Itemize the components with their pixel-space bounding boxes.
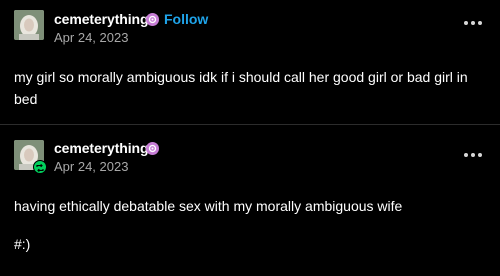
post-username[interactable]: cemeterything xyxy=(54,140,149,156)
post-date[interactable]: Apr 24, 2023 xyxy=(54,159,128,174)
more-options-icon[interactable] xyxy=(464,19,484,27)
post-body: having ethically debatable sex with my m… xyxy=(14,198,403,214)
verified-badge-icon xyxy=(146,13,159,26)
post-date[interactable]: Apr 24, 2023 xyxy=(54,30,128,45)
post-body: my girl so morally ambiguous idk if i sh… xyxy=(14,69,468,107)
reblog-icon xyxy=(33,160,47,174)
more-options-icon[interactable] xyxy=(464,151,484,159)
post-original: cemeterything Follow Apr 24, 2023 my gir… xyxy=(0,0,500,125)
verified-badge-icon xyxy=(146,142,159,155)
follow-button[interactable]: Follow xyxy=(164,11,208,27)
post-username[interactable]: cemeterything xyxy=(54,11,149,27)
post-reblog: cemeterything Apr 24, 2023 having ethica… xyxy=(0,126,500,276)
post-tags[interactable]: #:) xyxy=(14,233,482,255)
avatar[interactable] xyxy=(14,10,44,40)
